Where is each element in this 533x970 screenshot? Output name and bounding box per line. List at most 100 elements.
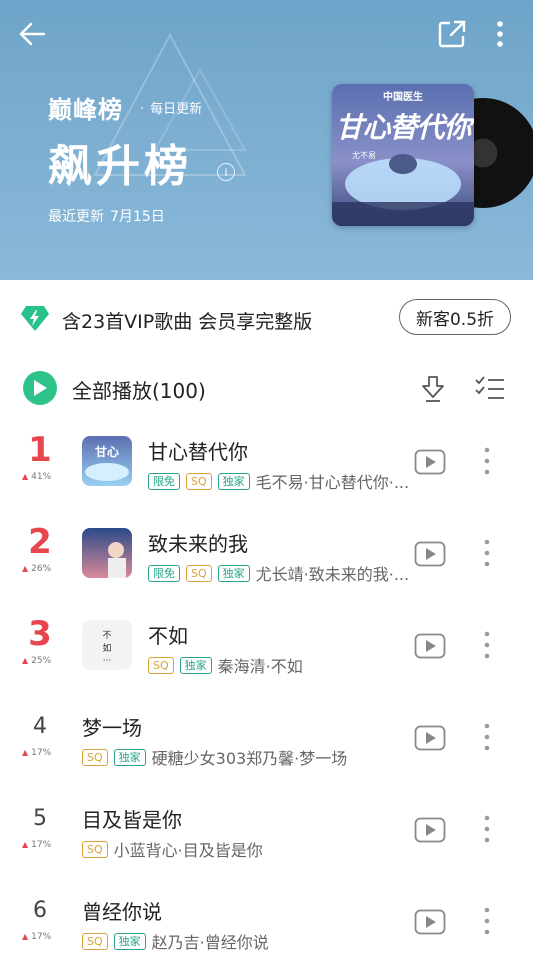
rank-number: 3	[28, 614, 52, 654]
play-all-label[interactable]: 全部播放(100)	[72, 375, 206, 404]
song-thumbnail	[82, 528, 132, 578]
row-more-icon[interactable]	[480, 629, 494, 661]
cover-art[interactable]: 中国医生 甘心替代你 尤不易	[332, 84, 533, 226]
trend-indicator: ▲ 17%	[22, 932, 51, 942]
rank-number: 4	[33, 714, 47, 739]
trend-value: 41%	[31, 472, 52, 482]
rank-number: 5	[33, 806, 47, 831]
sq-tag: SQ	[148, 656, 174, 674]
trend-up-icon: ▲	[22, 932, 29, 941]
trend-value: 17%	[31, 840, 52, 850]
mv-play-icon[interactable]	[414, 817, 446, 843]
exclusive-tag: 独家	[179, 656, 212, 674]
trend-up-icon: ▲	[22, 840, 29, 849]
free-tag: 限免	[148, 564, 180, 582]
song-row[interactable]: 4 ▲ 17% 梦一场 SQ 独家 硬糖少女303郑乃馨·梦一场	[0, 694, 533, 786]
trend-up-icon: ▲	[22, 656, 29, 665]
vip-text: 含23首VIP歌曲 会员享完整版	[62, 311, 313, 333]
page-title: 飙升榜	[48, 141, 192, 192]
row-more-icon[interactable]	[480, 445, 494, 477]
play-all-bar: 全部播放(100)	[0, 358, 533, 418]
download-icon[interactable]	[418, 373, 448, 403]
back-button[interactable]	[12, 14, 52, 54]
song-artist: 尤长靖·致未来的我·...	[255, 565, 410, 584]
song-meta: 限免 SQ 独家 尤长靖·致未来的我·...	[148, 562, 412, 584]
song-artist: 秦海清·不如	[217, 657, 303, 676]
trend-value: 17%	[31, 748, 52, 758]
mv-play-icon[interactable]	[414, 449, 446, 475]
more-options-button[interactable]	[486, 14, 514, 54]
song-row[interactable]: 2 ▲ 26% 致未来的我 限免 SQ 独家 尤长靖·致未来的我·...	[0, 510, 533, 602]
song-thumbnail: 甘心	[82, 436, 132, 486]
trend-value: 17%	[31, 932, 52, 942]
row-more-icon[interactable]	[480, 537, 494, 569]
play-all-button[interactable]	[23, 371, 57, 405]
exclusive-tag: 独家	[113, 932, 146, 950]
more-vertical-icon	[497, 21, 503, 47]
song-row[interactable]: 1 ▲ 41% 甘心 甘心替代你 限免 SQ 独家 毛不易·甘心替代你·...	[0, 418, 533, 510]
trend-indicator: ▲ 41%	[22, 472, 51, 482]
last-updated-date: 7月15日	[110, 209, 165, 225]
free-tag: 限免	[148, 472, 180, 490]
song-title: 甘心替代你	[148, 440, 248, 464]
trend-value: 25%	[31, 656, 52, 666]
row-more-icon[interactable]	[480, 813, 494, 845]
song-title: 致未来的我	[148, 532, 248, 556]
sq-tag: SQ	[186, 564, 212, 582]
trend-indicator: ▲ 26%	[22, 564, 51, 574]
song-title: 梦一场	[82, 716, 142, 740]
vip-promo-bar[interactable]: 含23首VIP歌曲 会员享完整版 新客0.5折	[0, 280, 533, 358]
song-artist: 小蓝背心·目及皆是你	[113, 841, 263, 860]
info-icon[interactable]: i	[217, 163, 235, 181]
trend-value: 26%	[31, 564, 52, 574]
share-button[interactable]	[432, 14, 472, 54]
svg-text:···: ···	[103, 656, 112, 666]
song-row[interactable]: 3 ▲ 25% 不如 ··· 不如 SQ 独家 秦海清·不如	[0, 602, 533, 694]
trend-indicator: ▲ 25%	[22, 656, 51, 666]
back-arrow-icon	[19, 22, 46, 46]
chart-brand: 巅峰榜	[48, 96, 123, 124]
sq-tag: SQ	[82, 748, 108, 766]
last-updated-label: 最近更新	[48, 209, 104, 225]
mv-play-icon[interactable]	[414, 633, 446, 659]
cover-title: 甘心替代你	[335, 111, 471, 144]
svg-text:不: 不	[102, 630, 111, 641]
row-more-icon[interactable]	[480, 721, 494, 753]
rank-number: 2	[28, 522, 52, 562]
cover-tag: 中国医生	[383, 92, 423, 103]
song-title: 目及皆是你	[82, 808, 182, 832]
sq-tag: SQ	[82, 840, 108, 858]
vip-discount-button[interactable]: 新客0.5折	[399, 299, 511, 335]
chart-header: 巅峰榜 每日更新 飙升榜 i 最近更新 7月15日 中国医生 甘心替代你 尤不易	[0, 0, 533, 280]
mv-play-icon[interactable]	[414, 725, 446, 751]
exclusive-tag: 独家	[217, 472, 250, 490]
update-frequency: 每日更新	[140, 98, 202, 117]
rank-number: 1	[28, 430, 52, 470]
song-meta: SQ 独家 赵乃吉·曾经你说	[82, 930, 412, 952]
sq-tag: SQ	[186, 472, 212, 490]
trend-up-icon: ▲	[22, 748, 29, 757]
song-row[interactable]: 6 ▲ 17% 曾经你说 SQ 独家 赵乃吉·曾经你说	[0, 878, 533, 970]
song-meta: SQ 独家 硬糖少女303郑乃馨·梦一场	[82, 746, 412, 768]
song-meta: 限免 SQ 独家 毛不易·甘心替代你·...	[148, 470, 412, 492]
share-icon	[438, 20, 466, 48]
song-artist: 硬糖少女303郑乃馨·梦一场	[151, 749, 348, 768]
svg-text:如: 如	[102, 642, 111, 654]
song-artist: 赵乃吉·曾经你说	[151, 933, 269, 952]
song-thumbnail: 不如 ···	[82, 620, 132, 670]
cover-image: 中国医生 甘心替代你 尤不易	[332, 84, 474, 226]
song-meta: SQ 独家 秦海清·不如	[148, 654, 412, 676]
mv-play-icon[interactable]	[414, 909, 446, 935]
mv-play-icon[interactable]	[414, 541, 446, 567]
row-more-icon[interactable]	[480, 905, 494, 937]
trend-indicator: ▲ 17%	[22, 840, 51, 850]
cover-artist: 尤不易	[352, 151, 376, 160]
song-title: 曾经你说	[82, 900, 162, 924]
trend-indicator: ▲ 17%	[22, 748, 51, 758]
last-updated: 最近更新 7月15日	[48, 206, 165, 226]
play-icon	[34, 380, 47, 396]
trend-up-icon: ▲	[22, 472, 29, 481]
song-row[interactable]: 5 ▲ 17% 目及皆是你 SQ 小蓝背心·目及皆是你	[0, 786, 533, 878]
multi-select-icon[interactable]	[474, 373, 506, 403]
exclusive-tag: 独家	[217, 564, 250, 582]
